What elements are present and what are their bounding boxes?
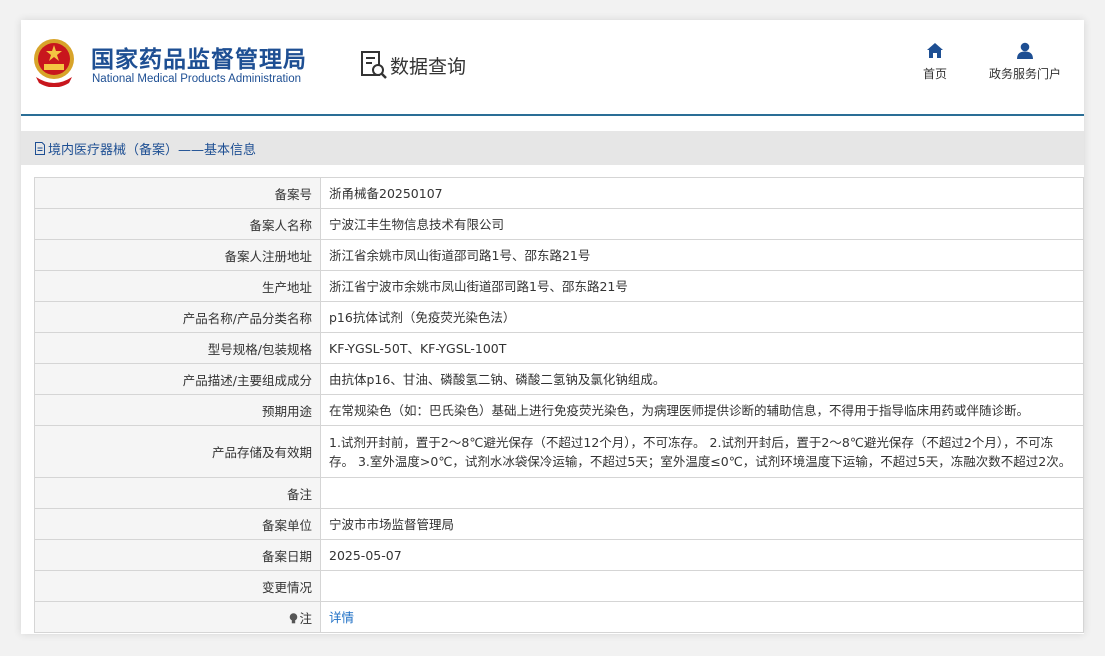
document-search-icon	[361, 51, 387, 79]
field-label: 产品名称/产品分类名称	[34, 301, 321, 333]
field-label: 备案单位	[34, 508, 321, 540]
field-value	[320, 477, 1084, 509]
record-detail-table: 备案号 浙甬械备20250107 备案人名称 宁波江丰生物信息技术有限公司 备案…	[34, 177, 1084, 633]
table-row: 备案单位 宁波市市场监督管理局	[34, 508, 1084, 540]
field-value	[320, 570, 1084, 602]
data-query-title: 数据查询	[360, 50, 466, 80]
table-row: 生产地址 浙江省宁波市余姚市凤山街道邵司路1号、邵东路21号	[34, 270, 1084, 302]
field-label: 备案人名称	[34, 208, 321, 240]
nav-portal-label: 政务服务门户	[988, 67, 1061, 81]
field-value: p16抗体试剂（免疫荧光染色法）	[320, 301, 1084, 333]
table-row: 备案人注册地址 浙江省余姚市凤山街道邵司路1号、邵东路21号	[34, 239, 1084, 271]
user-icon	[1017, 42, 1033, 59]
field-value: KF-YGSL-50T、KF-YGSL-100T	[320, 332, 1084, 364]
section-title: 数据查询	[390, 55, 467, 78]
field-label: 变更情况	[34, 570, 321, 602]
field-label: 产品存储及有效期	[34, 425, 321, 478]
field-label: 备注	[34, 477, 321, 509]
org-name-en: National Medical Products Administration	[92, 73, 302, 85]
field-value: 浙江省余姚市凤山街道邵司路1号、邵东路21号	[320, 239, 1084, 271]
field-value: 由抗体p16、甘油、磷酸氢二钠、磷酸二氢钠及氯化钠组成。	[320, 363, 1084, 395]
table-row: 产品描述/主要组成成分 由抗体p16、甘油、磷酸氢二钠、磷酸二氢钠及氯化钠组成。	[34, 363, 1084, 395]
table-row: 注 详情	[34, 601, 1084, 633]
breadcrumb: 境内医疗器械（备案）——基本信息	[34, 139, 256, 158]
table-row: 备案号 浙甬械备20250107	[34, 177, 1084, 209]
national-emblem-icon	[34, 39, 74, 87]
table-row: 产品存储及有效期 1.试剂开封前，置于2～8℃避光保存（不超过12个月），不可冻…	[34, 425, 1084, 478]
field-label: 型号规格/包装规格	[34, 332, 321, 364]
table-row: 备案日期 2025-05-07	[34, 539, 1084, 571]
document-icon	[35, 141, 45, 155]
home-icon	[927, 43, 943, 58]
field-label: 预期用途	[34, 394, 321, 426]
field-label: 生产地址	[34, 270, 321, 302]
table-row: 型号规格/包装规格 KF-YGSL-50T、KF-YGSL-100T	[34, 332, 1084, 364]
field-value: 浙江省宁波市余姚市凤山街道邵司路1号、邵东路21号	[320, 270, 1084, 302]
note-label: 注	[299, 610, 312, 626]
page-frame: 国家药品监督管理局 National Medical Products Admi…	[21, 20, 1084, 634]
field-value: 宁波市市场监督管理局	[320, 508, 1084, 540]
org-name-cn: 国家药品监督管理局	[91, 47, 307, 73]
field-label: 备案人注册地址	[34, 239, 321, 271]
field-value: 浙甬械备20250107	[320, 177, 1084, 209]
nav-home-label: 首页	[922, 67, 947, 81]
breadcrumb-band: 境内医疗器械（备案）——基本信息	[21, 131, 1084, 165]
field-value: 2025-05-07	[320, 539, 1084, 571]
bulb-icon	[290, 612, 298, 623]
site-header: 国家药品监督管理局 National Medical Products Admi…	[21, 20, 1084, 116]
nav-home[interactable]: 首页	[921, 42, 949, 82]
field-value: 详情	[320, 601, 1084, 633]
field-value: 1.试剂开封前，置于2～8℃避光保存（不超过12个月），不可冻存。 2.试剂开封…	[320, 425, 1084, 478]
field-value: 宁波江丰生物信息技术有限公司	[320, 208, 1084, 240]
field-label-note: 注	[34, 601, 321, 633]
nav-service-portal[interactable]: 政务服务门户	[983, 42, 1067, 82]
field-label: 备案号	[34, 177, 321, 209]
table-row: 变更情况	[34, 570, 1084, 602]
table-row: 预期用途 在常规染色（如：巴氏染色）基础上进行免疫荧光染色，为病理医师提供诊断的…	[34, 394, 1084, 426]
table-row: 产品名称/产品分类名称 p16抗体试剂（免疫荧光染色法）	[34, 301, 1084, 333]
field-label: 备案日期	[34, 539, 321, 571]
table-row: 备注	[34, 477, 1084, 509]
table-row: 备案人名称 宁波江丰生物信息技术有限公司	[34, 208, 1084, 240]
field-label: 产品描述/主要组成成分	[34, 363, 321, 395]
details-link[interactable]: 详情	[329, 610, 354, 625]
breadcrumb-text: 境内医疗器械（备案）——基本信息	[48, 142, 257, 158]
field-value: 在常规染色（如：巴氏染色）基础上进行免疫荧光染色，为病理医师提供诊断的辅助信息，…	[320, 394, 1084, 426]
